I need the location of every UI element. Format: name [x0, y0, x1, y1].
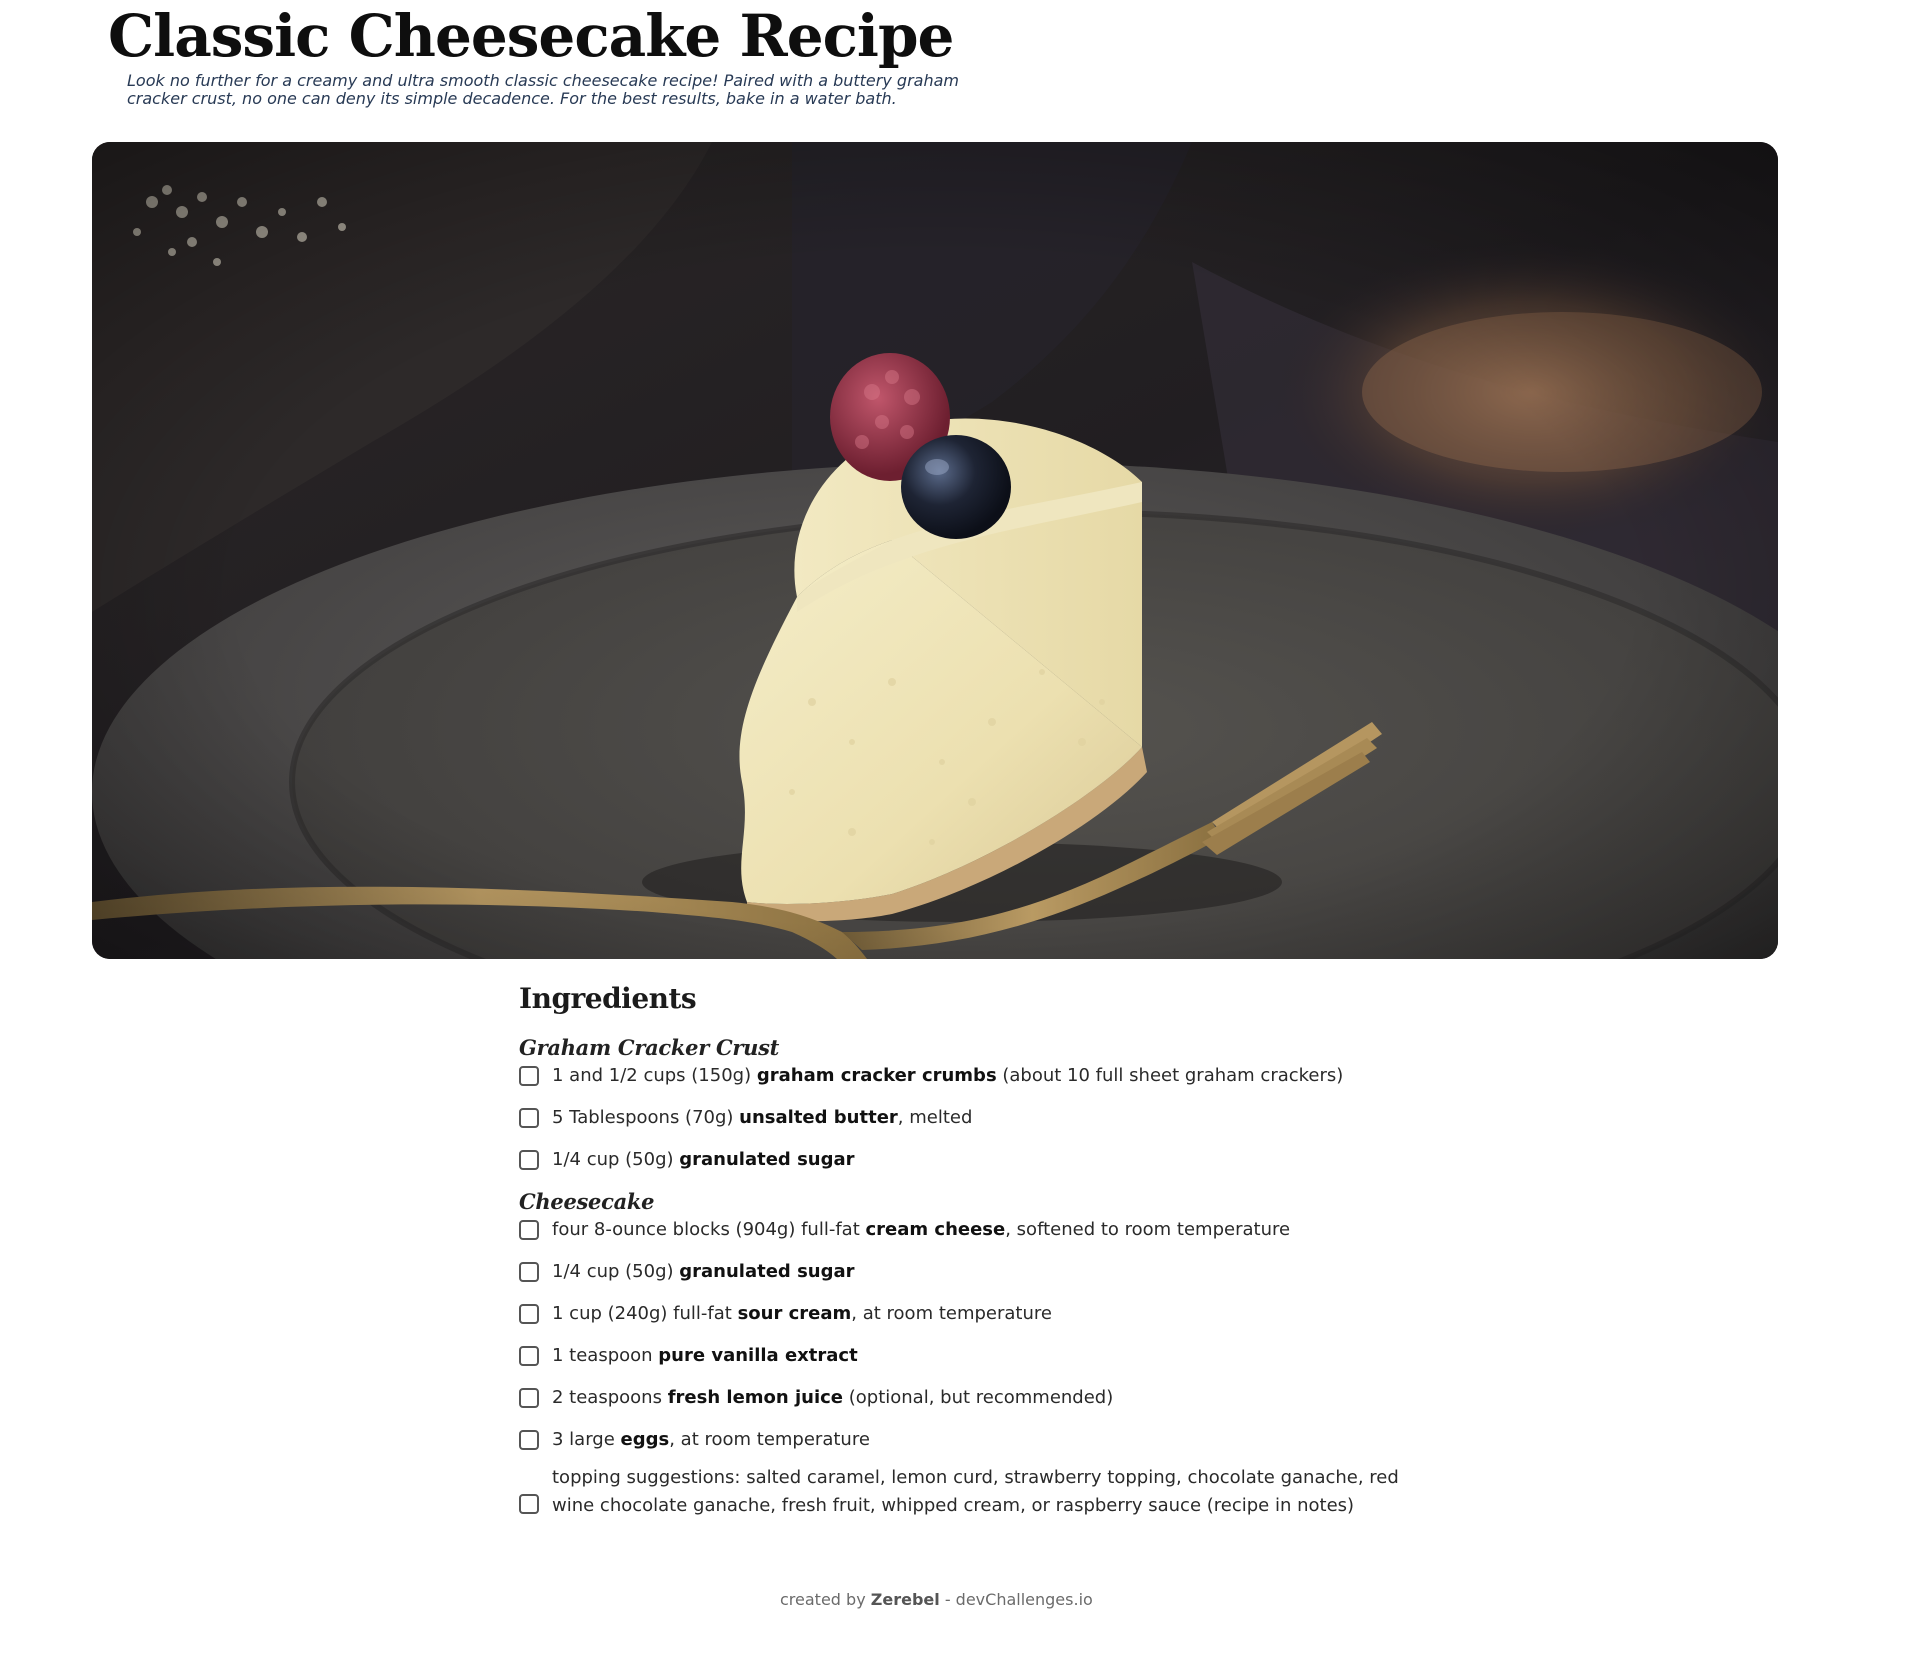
ingredient-amount: four 8-ounce blocks (904g) full-fat: [552, 1219, 866, 1240]
ingredients-heading: Ingredients: [519, 982, 697, 1015]
ingredient-amount: 1 and 1/2 cups (150g): [552, 1065, 757, 1086]
ingredient-note: (about 10 full sheet graham crackers): [996, 1065, 1344, 1086]
ingredient-item: 1 cup (240g) full-fat sour cream, at roo…: [519, 1300, 1419, 1328]
ingredient-name: fresh lemon juice: [667, 1387, 844, 1408]
ingredient-name: pure vanilla extract: [658, 1345, 858, 1366]
ingredient-name: sour cream: [737, 1303, 852, 1324]
ingredient-note: , softened to room temperature: [1005, 1219, 1291, 1240]
ingredient-note: (optional, but recommended): [843, 1387, 1114, 1408]
ingredient-amount: 1/4 cup (50g): [552, 1261, 680, 1282]
ingredient-checkbox[interactable]: [519, 1346, 539, 1366]
ingredient-name: eggs: [620, 1429, 670, 1450]
ingredient-name: graham cracker crumbs: [756, 1065, 997, 1086]
recipe-page: Classic Cheesecake Recipe Look no furthe…: [0, 0, 1908, 1668]
ingredient-checkbox[interactable]: [519, 1108, 539, 1128]
ingredients-section: Ingredients Graham Cracker Crust 1 and 1…: [519, 975, 1419, 1534]
crust-ingredient-list: 1 and 1/2 cups (150g) graham cracker cru…: [519, 1062, 1419, 1174]
ingredient-note: , at room temperature: [669, 1429, 870, 1450]
cheesecake-ingredient-list: four 8-ounce blocks (904g) full-fat crea…: [519, 1216, 1419, 1520]
section-title-cheesecake: Cheesecake: [519, 1189, 655, 1214]
ingredient-amount: topping suggestions: salted caramel, lem…: [552, 1467, 1399, 1516]
cheesecake-photo: [92, 142, 1778, 959]
ingredient-checkbox[interactable]: [519, 1304, 539, 1324]
ingredient-item: 1 teaspoon pure vanilla extract: [519, 1342, 1419, 1370]
ingredient-name: granulated sugar: [679, 1149, 855, 1170]
ingredient-item: four 8-ounce blocks (904g) full-fat crea…: [519, 1216, 1419, 1244]
ingredient-amount: 1 teaspoon: [552, 1345, 659, 1366]
ingredient-item: 5 Tablespoons (70g) unsalted butter, mel…: [519, 1104, 1419, 1132]
ingredient-item: 1 and 1/2 cups (150g) graham cracker cru…: [519, 1062, 1419, 1090]
footer-site: - devChallenges.io: [939, 1590, 1093, 1609]
ingredient-item: 1/4 cup (50g) granulated sugar: [519, 1146, 1419, 1174]
ingredient-item: 3 large eggs, at room temperature: [519, 1426, 1419, 1454]
ingredient-checkbox[interactable]: [519, 1388, 539, 1408]
ingredient-note: , melted: [897, 1107, 973, 1128]
section-title-crust: Graham Cracker Crust: [519, 1035, 780, 1060]
footer-credit: created by Zerebel - devChallenges.io: [780, 1590, 1093, 1610]
ingredient-amount: 2 teaspoons: [552, 1387, 668, 1408]
ingredient-name: granulated sugar: [679, 1261, 855, 1282]
ingredient-item: topping suggestions: salted caramel, lem…: [519, 1464, 1419, 1520]
ingredient-amount: 3 large: [552, 1429, 621, 1450]
ingredient-note: , at room temperature: [851, 1303, 1052, 1324]
recipe-description: Look no further for a creamy and ultra s…: [127, 71, 959, 108]
ingredient-checkbox[interactable]: [519, 1066, 539, 1086]
ingredient-checkbox[interactable]: [519, 1220, 539, 1240]
ingredient-checkbox[interactable]: [519, 1494, 539, 1514]
footer-author: Zerebel: [870, 1590, 940, 1609]
footer-prefix: created by: [780, 1590, 871, 1609]
ingredient-item: 2 teaspoons fresh lemon juice (optional,…: [519, 1384, 1419, 1412]
page-title: Classic Cheesecake Recipe: [108, 2, 954, 70]
ingredient-checkbox[interactable]: [519, 1430, 539, 1450]
ingredient-checkbox[interactable]: [519, 1150, 539, 1170]
ingredient-item: 1/4 cup (50g) granulated sugar: [519, 1258, 1419, 1286]
ingredient-amount: 1 cup (240g) full-fat: [552, 1303, 738, 1324]
ingredient-amount: 1/4 cup (50g): [552, 1149, 680, 1170]
ingredient-checkbox[interactable]: [519, 1262, 539, 1282]
ingredient-amount: 5 Tablespoons (70g): [552, 1107, 740, 1128]
ingredient-name: cream cheese: [865, 1219, 1006, 1240]
ingredient-name: unsalted butter: [739, 1107, 898, 1128]
